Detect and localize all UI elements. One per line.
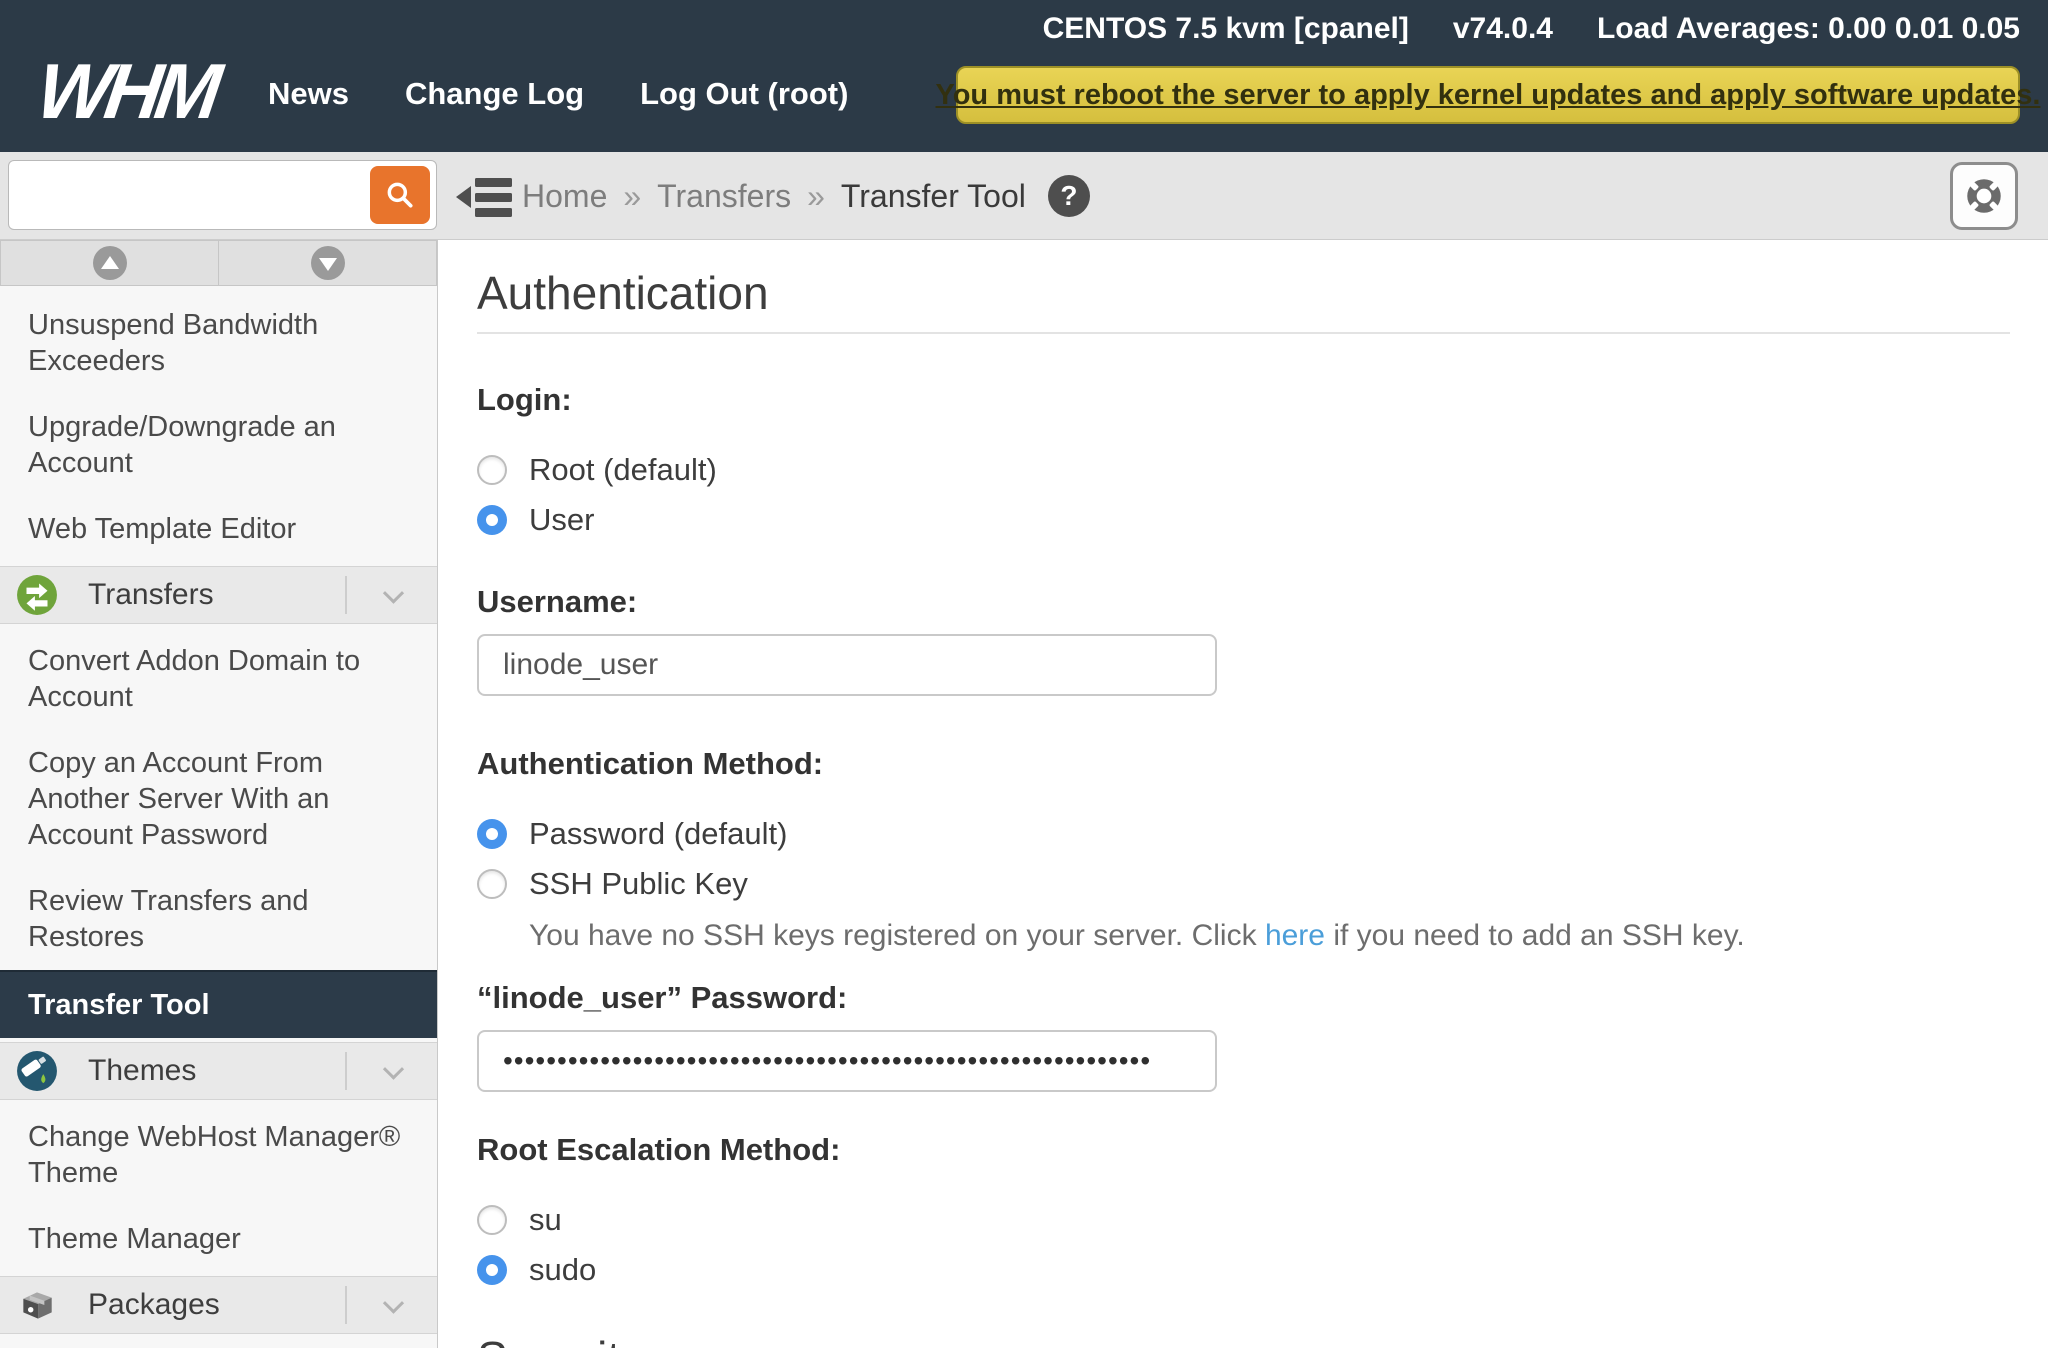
sidebar-item-unsuspend-bandwidth-exceeders[interactable]: Unsuspend Bandwidth Exceeders [0, 292, 437, 394]
system-load: Load Averages: 0.00 0.01 0.05 [1597, 12, 2020, 46]
sidebar-item-add-a-package[interactable]: Add a Package [0, 1338, 437, 1348]
section-divider [345, 1286, 347, 1324]
chevron-down-icon[interactable] [383, 1293, 404, 1314]
radio-label: Password (default) [529, 816, 787, 852]
escalation-radio-group: su sudo [477, 1202, 2010, 1288]
radio-sudo[interactable] [477, 1255, 507, 1285]
username-input[interactable] [477, 634, 1217, 696]
breadcrumb: Home » Transfers » Transfer Tool ? [522, 152, 1090, 240]
section-divider [345, 1052, 347, 1090]
scroll-up-icon [93, 246, 127, 280]
radio-row-user[interactable]: User [477, 502, 594, 538]
sidebar-section-transfers[interactable]: Transfers [0, 566, 437, 624]
authentication-heading: Authentication [477, 267, 2010, 334]
support-button[interactable] [1950, 162, 2018, 230]
search-box [8, 160, 437, 230]
radio-root-default[interactable] [477, 455, 507, 485]
search-icon [384, 179, 416, 211]
sidebar-section-themes[interactable]: Themes [0, 1042, 437, 1100]
whm-logo[interactable]: WHM [33, 52, 221, 130]
radio-row-sudo[interactable]: sudo [477, 1252, 596, 1288]
sidebar-item-web-template-editor[interactable]: Web Template Editor [0, 496, 437, 562]
radio-ssh-public-key[interactable] [477, 869, 507, 899]
lifebuoy-icon [1961, 173, 2007, 219]
breadcrumb-home[interactable]: Home [522, 178, 607, 215]
radio-user[interactable] [477, 505, 507, 535]
top-header: WHM News Change Log Log Out (root) CENTO… [0, 0, 2048, 152]
reboot-alert-banner[interactable]: You must reboot the server to apply kern… [956, 66, 2020, 124]
sidebar-item-upgrade-downgrade-an-account[interactable]: Upgrade/Downgrade an Account [0, 394, 437, 496]
radio-su[interactable] [477, 1205, 507, 1235]
breadcrumb-separator: » [623, 178, 641, 215]
transfers-icon [16, 574, 58, 616]
breadcrumb-current: Transfer Tool [841, 178, 1026, 215]
nav-log-out[interactable]: Log Out (root) [640, 76, 848, 112]
username-label: Username: [477, 584, 2010, 620]
scroll-down-button[interactable] [219, 240, 437, 286]
reboot-alert-text: You must reboot the server to apply kern… [936, 79, 2041, 112]
nav-change-log[interactable]: Change Log [405, 76, 584, 112]
collapse-sidebar-icon[interactable] [456, 174, 512, 225]
ssh-key-note: You have no SSH keys registered on your … [529, 916, 2010, 956]
radio-row-root-default[interactable]: Root (default) [477, 452, 717, 488]
radio-label: User [529, 502, 594, 538]
system-os: CENTOS 7.5 kvm [cpanel] [1043, 12, 1409, 46]
sidebar-item-change-webhost-manager-theme[interactable]: Change WebHost Manager® Theme [0, 1104, 437, 1206]
login-radio-group: Root (default) User [477, 452, 2010, 538]
radio-password-default[interactable] [477, 819, 507, 849]
radio-label: Root (default) [529, 452, 717, 488]
radio-row-ssh-key[interactable]: SSH Public Key [477, 866, 748, 902]
password-input[interactable] [477, 1030, 1217, 1092]
chevron-down-icon[interactable] [383, 1059, 404, 1080]
radio-label: sudo [529, 1252, 596, 1288]
help-icon[interactable]: ? [1048, 175, 1090, 217]
toolbar: Home » Transfers » Transfer Tool ? [0, 152, 2048, 240]
nav-news[interactable]: News [268, 76, 349, 112]
radio-label: SSH Public Key [529, 866, 748, 902]
section-divider [345, 576, 347, 614]
scroll-down-icon [311, 246, 345, 280]
sidebar-item-theme-manager[interactable]: Theme Manager [0, 1206, 437, 1272]
sidebar: Unsuspend Bandwidth Exceeders Upgrade/Do… [0, 240, 438, 1348]
sidebar-list: Unsuspend Bandwidth Exceeders Upgrade/Do… [0, 292, 437, 1348]
root-escalation-label: Root Escalation Method: [477, 1132, 2010, 1168]
password-label: “linode_user” Password: [477, 980, 2010, 1016]
main-content: Authentication Login: Root (default) Use… [439, 241, 2048, 1348]
security-heading: Security [477, 1332, 2010, 1348]
system-info: CENTOS 7.5 kvm [cpanel] v74.0.4 Load Ave… [1043, 12, 2020, 46]
auth-method-radio-group: Password (default) SSH Public Key You ha… [477, 816, 2010, 956]
chevron-down-icon[interactable] [383, 583, 404, 604]
themes-icon [16, 1050, 58, 1092]
search-input[interactable] [9, 161, 360, 229]
scroll-up-button[interactable] [0, 240, 219, 286]
system-version: v74.0.4 [1453, 12, 1553, 46]
breadcrumb-transfers[interactable]: Transfers [657, 178, 791, 215]
ssh-key-here-link[interactable]: here [1265, 919, 1325, 952]
auth-method-label: Authentication Method: [477, 746, 2010, 782]
sidebar-scroll-controls [0, 240, 437, 286]
radio-row-password[interactable]: Password (default) [477, 816, 787, 852]
sidebar-item-convert-addon-domain-to-account[interactable]: Convert Addon Domain to Account [0, 628, 437, 730]
packages-icon [16, 1284, 58, 1326]
radio-label: su [529, 1202, 562, 1238]
login-label: Login: [477, 382, 2010, 418]
sidebar-section-packages[interactable]: Packages [0, 1276, 437, 1334]
search-button[interactable] [370, 166, 430, 224]
sidebar-item-review-transfers-and-restores[interactable]: Review Transfers and Restores [0, 868, 437, 970]
radio-row-su[interactable]: su [477, 1202, 562, 1238]
sidebar-item-transfer-tool[interactable]: Transfer Tool [0, 970, 437, 1038]
breadcrumb-separator: » [807, 178, 825, 215]
sidebar-item-copy-an-account-from-another-server-with-an-account-password[interactable]: Copy an Account From Another Server With… [0, 730, 437, 868]
top-nav: News Change Log Log Out (root) [268, 76, 848, 112]
